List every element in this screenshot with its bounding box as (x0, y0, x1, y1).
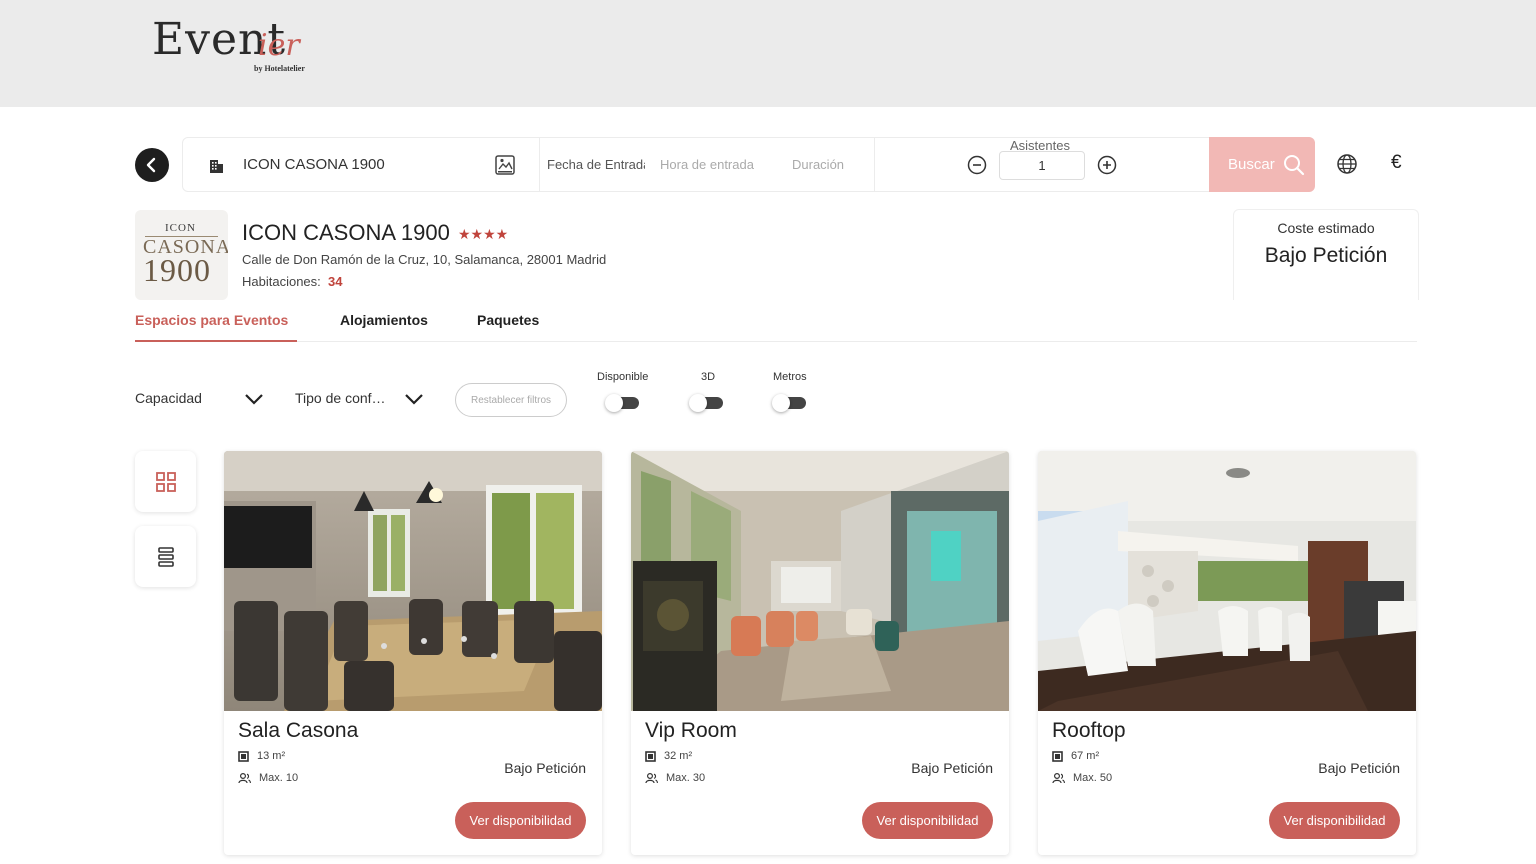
space-area: 13 m² (238, 750, 285, 762)
top-header: Event ier by Hotelatelier (0, 0, 1536, 107)
divider (539, 138, 540, 191)
space-card[interactable]: Rooftop 67 m² Max. 50 Bajo Petición Ver … (1038, 451, 1416, 855)
list-view-button[interactable] (135, 526, 196, 587)
eventier-logo[interactable]: Event ier by Hotelatelier (152, 14, 322, 80)
chevron-down-icon[interactable] (244, 390, 264, 408)
space-capacity: Max. 30 (645, 772, 705, 784)
area-icon (1052, 750, 1063, 762)
star-rating: ★★★★ (458, 226, 509, 242)
sala-casona-photo (224, 451, 602, 711)
minus-circle-icon[interactable] (967, 155, 987, 175)
3d-label: 3D (701, 371, 716, 383)
globe-icon[interactable] (1336, 153, 1358, 175)
plus-circle-icon[interactable] (1097, 155, 1117, 175)
tab-espacios-eventos[interactable]: Espacios para Eventos (135, 312, 297, 342)
space-card[interactable]: Sala Casona 13 m² Max. 10 Bajo Petición … (224, 451, 602, 855)
asistentes-input[interactable]: 1 (999, 151, 1085, 180)
rooms-label: Habitaciones: (242, 274, 321, 289)
chevron-down-icon[interactable] (404, 390, 424, 408)
map-icon[interactable] (494, 154, 516, 176)
people-icon (645, 772, 658, 783)
building-icon (210, 160, 223, 173)
hora-entrada-input[interactable]: Hora de entrada (660, 157, 754, 172)
space-area: 32 m² (645, 750, 692, 762)
metros-toggle[interactable] (772, 394, 806, 412)
space-name: Sala Casona (238, 719, 359, 742)
logo-by-text: by Hotelatelier (254, 64, 305, 73)
duracion-input[interactable]: Duración (792, 157, 844, 172)
space-area-value: 32 m² (664, 750, 693, 762)
divider (874, 138, 875, 191)
ver-disponibilidad-button[interactable]: Ver disponibilidad (862, 802, 993, 839)
grid-view-button[interactable] (135, 451, 196, 512)
search-button[interactable]: Buscar (1209, 137, 1315, 192)
space-area-value: 13 m² (257, 750, 286, 762)
vip-room-photo (631, 451, 1009, 711)
space-price: Bajo Petición (504, 760, 586, 776)
hotel-name: ICON CASONA 1900 (242, 220, 450, 245)
tab-paquetes[interactable]: Paquetes (477, 312, 539, 342)
space-capacity: Max. 10 (238, 772, 298, 784)
people-icon (1052, 772, 1065, 783)
logo-script-text: ier (258, 28, 300, 63)
space-capacity-value: Max. 10 (259, 772, 299, 784)
hotel-logo: ICON CASONA 1900 (135, 210, 228, 300)
hotel-logo-year-text: 1900 (143, 252, 211, 288)
metros-label: Metros (773, 371, 807, 383)
grid-view-icon (155, 471, 176, 492)
search-button-label: Buscar (1228, 156, 1275, 173)
capacidad-filter[interactable]: Capacidad (135, 390, 202, 406)
rooftop-photo (1038, 451, 1416, 711)
area-icon (645, 750, 656, 762)
tipo-configuracion-filter[interactable]: Tipo de conf… (295, 390, 386, 406)
fecha-entrada-input[interactable]: Fecha de Entrada (547, 157, 645, 172)
currency-selector[interactable]: € (1391, 152, 1402, 174)
hotel-address: Calle de Don Ramón de la Cruz, 10, Salam… (242, 252, 607, 267)
ver-disponibilidad-button[interactable]: Ver disponibilidad (1269, 802, 1400, 839)
space-name: Vip Room (645, 719, 737, 742)
people-icon (238, 772, 251, 783)
rooms-count: 34 (328, 274, 343, 289)
space-capacity-value: Max. 50 (1073, 772, 1113, 784)
hotel-search-input[interactable]: ICON CASONA 1900 (243, 156, 385, 173)
hotel-logo-icon-text: ICON (165, 222, 196, 234)
space-card[interactable]: Vip Room 32 m² Max. 30 Bajo Petición Ver… (631, 451, 1009, 855)
area-icon (238, 750, 249, 762)
space-price: Bajo Petición (911, 760, 993, 776)
space-capacity-value: Max. 30 (666, 772, 706, 784)
cost-label: Coste estimado (1277, 220, 1375, 236)
3d-toggle[interactable] (689, 394, 723, 412)
search-icon (1283, 154, 1304, 175)
space-area-value: 67 m² (1071, 750, 1100, 762)
list-view-icon (157, 546, 174, 567)
back-button[interactable] (135, 148, 169, 182)
space-capacity: Max. 50 (1052, 772, 1112, 784)
space-area: 67 m² (1052, 750, 1099, 762)
tab-alojamientos[interactable]: Alojamientos (340, 312, 428, 342)
reset-filters-button[interactable]: Restablecer filtros (455, 383, 567, 417)
arrow-left-icon (146, 157, 156, 173)
tab-bar: Espacios para Eventos Alojamientos Paque… (135, 312, 1417, 342)
disponible-label: Disponible (597, 371, 649, 383)
search-bar: ICON CASONA 1900 Fecha de Entrada Hora d… (182, 137, 1315, 192)
disponible-toggle[interactable] (605, 394, 639, 412)
space-name: Rooftop (1052, 719, 1126, 742)
cost-value: Bajo Petición (1264, 244, 1388, 267)
ver-disponibilidad-button[interactable]: Ver disponibilidad (455, 802, 586, 839)
space-price: Bajo Petición (1318, 760, 1400, 776)
estimated-cost-box: Coste estimado Bajo Petición (1233, 209, 1419, 300)
